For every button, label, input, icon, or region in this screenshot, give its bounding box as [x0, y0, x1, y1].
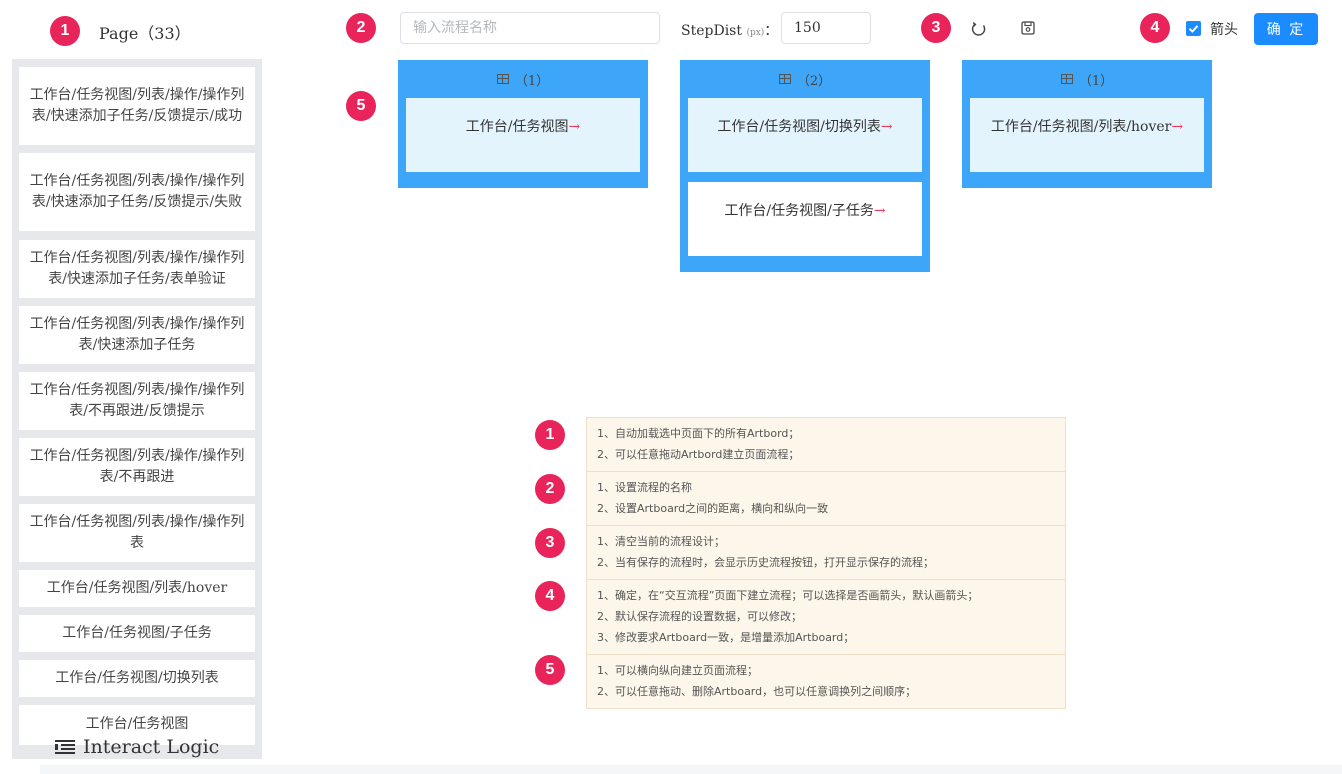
note-badge-3: 3 — [535, 528, 565, 558]
logo-text: Interact Logic — [83, 736, 220, 758]
confirm-button[interactable]: 确 定 — [1254, 13, 1318, 45]
app-logo: Interact Logic — [55, 736, 219, 758]
arrow-checkbox[interactable] — [1186, 21, 1201, 36]
refresh-icon[interactable] — [970, 20, 988, 38]
note-line: 2、可以任意拖动Artbord建立页面流程； — [597, 448, 800, 461]
list-item[interactable]: 工作台/任务视图/列表/操作/操作列表 — [19, 504, 255, 562]
column-count: （1） — [514, 73, 550, 89]
arrow-marker: → — [880, 119, 893, 135]
arrow-label: 箭头 — [1210, 22, 1238, 38]
grid-icon — [496, 74, 509, 84]
artboard-card[interactable]: 工作台/任务视图/列表/hover→ — [970, 98, 1204, 172]
column-count: （1） — [1078, 73, 1114, 89]
artboard-card[interactable]: 工作台/任务视图/切换列表→ — [688, 98, 922, 172]
grid-icon — [1060, 74, 1073, 84]
list-item[interactable]: 工作台/任务视图/列表/操作/操作列表/不再跟进/反馈提示 — [19, 372, 255, 430]
grid-icon — [778, 74, 791, 84]
list-item[interactable]: 工作台/任务视图/列表/操作/操作列表/快速添加子任务 — [19, 306, 255, 364]
artboard-label: 工作台/任务视图 — [465, 119, 569, 135]
checkbox-icon — [1188, 25, 1199, 33]
note-badge-2: 2 — [535, 474, 565, 504]
badge-3: 3 — [921, 13, 951, 43]
column-header[interactable]: （1） — [962, 60, 1212, 98]
artboard-label: 工作台/任务视图/子任务 — [724, 203, 874, 219]
note-3: 1、清空当前的流程设计； 2、当有保存的流程时，会显示历史流程按钮，打开显示保存… — [586, 525, 1066, 580]
badge-4: 4 — [1140, 13, 1170, 43]
flow-column-1[interactable]: （1） 工作台/任务视图→ — [398, 60, 648, 188]
artboard-card[interactable]: 工作台/任务视图/子任务→ — [688, 182, 922, 256]
note-4: 1、确定，在“交互流程”页面下建立流程；可以选择是否画箭头，默认画箭头； 2、默… — [586, 579, 1066, 655]
column-header[interactable]: （1） — [398, 60, 648, 98]
note-line: 2、可以任意拖动、删除Artboard，也可以任意调换列之间顺序； — [597, 685, 917, 698]
list-item[interactable]: 工作台/任务视图/列表/操作/操作列表/快速添加子任务/反馈提示/成功 — [19, 67, 255, 145]
logo-icon — [55, 740, 75, 754]
badge-5: 5 — [346, 91, 376, 121]
note-line: 1、设置流程的名称 — [597, 481, 692, 494]
flow-column-3[interactable]: （1） 工作台/任务视图/列表/hover→ — [962, 60, 1212, 188]
arrow-marker: → — [568, 119, 581, 135]
note-5: 1、可以横向纵向建立页面流程； 2、可以任意拖动、删除Artboard，也可以任… — [586, 654, 1066, 709]
list-item[interactable]: 工作台/任务视图/切换列表 — [19, 660, 255, 697]
note-line: 2、默认保存流程的设置数据，可以修改； — [597, 610, 802, 623]
note-2: 1、设置流程的名称 2、设置Artboard之间的距离，横向和纵向一致 — [586, 471, 1066, 526]
list-item[interactable]: 工作台/任务视图/子任务 — [19, 615, 255, 652]
step-dist-input[interactable] — [781, 12, 871, 44]
flow-column-2[interactable]: （2） 工作台/任务视图/切换列表→ 工作台/任务视图/子任务→ — [680, 60, 930, 272]
bottom-bar — [40, 765, 1342, 774]
note-line: 1、确定，在“交互流程”页面下建立流程；可以选择是否画箭头，默认画箭头； — [597, 589, 979, 602]
list-item[interactable]: 工作台/任务视图/列表/操作/操作列表/快速添加子任务/反馈提示/失败 — [19, 153, 255, 231]
list-item[interactable]: 工作台/任务视图/列表/操作/操作列表/快速添加子任务/表单验证 — [19, 240, 255, 298]
list-item[interactable]: 工作台/任务视图/列表/hover — [19, 570, 255, 607]
column-count: （2） — [796, 73, 832, 89]
page-list-sidebar[interactable]: 工作台/任务视图/列表/操作/操作列表/快速添加子任务/反馈提示/成功 工作台/… — [12, 59, 262, 759]
note-line: 3、修改要求Artboard一致，是增量添加Artboard； — [597, 631, 855, 644]
arrow-marker: → — [873, 203, 886, 219]
note-badge-4: 4 — [535, 581, 565, 611]
badge-1: 1 — [50, 16, 80, 46]
note-line: 2、设置Artboard之间的距离，横向和纵向一致 — [597, 502, 829, 515]
note-badge-5: 5 — [535, 655, 565, 685]
note-line: 1、清空当前的流程设计； — [597, 535, 725, 548]
artboard-card[interactable]: 工作台/任务视图→ — [406, 98, 640, 172]
column-header[interactable]: （2） — [680, 60, 930, 98]
note-line: 1、可以横向纵向建立页面流程； — [597, 664, 758, 677]
artboard-label: 工作台/任务视图/切换列表 — [717, 119, 881, 135]
page-count-title: Page（33） — [99, 24, 191, 43]
arrow-marker: → — [1171, 119, 1184, 135]
flow-name-input[interactable] — [400, 12, 660, 44]
artboard-label: 工作台/任务视图/列表/hover — [990, 119, 1172, 135]
save-icon[interactable] — [1019, 19, 1037, 37]
note-1: 1、自动加载选中页面下的所有Artbord； 2、可以任意拖动Artbord建立… — [586, 417, 1066, 472]
step-dist-label: StepDist (px)： — [681, 23, 779, 39]
note-line: 1、自动加载选中页面下的所有Artbord； — [597, 427, 800, 440]
list-item[interactable]: 工作台/任务视图/列表/操作/操作列表/不再跟进 — [19, 438, 255, 496]
badge-2: 2 — [346, 13, 376, 43]
note-line: 2、当有保存的流程时，会显示历史流程按钮，打开显示保存的流程； — [597, 556, 934, 569]
note-badge-1: 1 — [535, 420, 565, 450]
